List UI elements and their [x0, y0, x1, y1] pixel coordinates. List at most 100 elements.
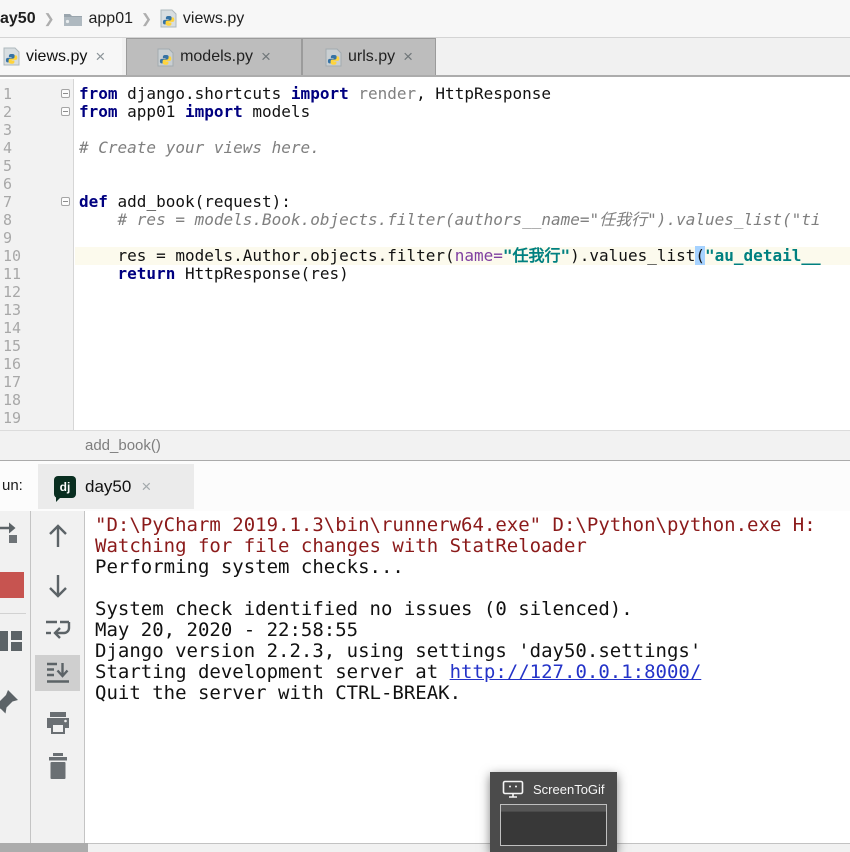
breadcrumb-file[interactable]: views.py: [183, 10, 244, 28]
line-number: 14: [0, 319, 73, 337]
line-number: 2: [0, 103, 73, 121]
code-line: [75, 391, 850, 409]
code-line: [75, 121, 850, 139]
con-line: [95, 578, 850, 599]
line-number: 6: [0, 175, 73, 193]
line-number: 10: [0, 247, 73, 265]
window-thumbnail[interactable]: [500, 804, 607, 846]
breadcrumb-package[interactable]: app01: [89, 10, 134, 28]
tab-label: models.py: [180, 48, 253, 66]
line-number: 8: [0, 211, 73, 229]
monitor-icon: [502, 780, 524, 798]
line-number: 5: [0, 157, 73, 175]
tab-label: urls.py: [348, 48, 395, 66]
run-toolbar-left: [0, 511, 31, 843]
code-editor[interactable]: 12345678910111213141516171819 from djang…: [0, 79, 850, 430]
folder-icon: [63, 11, 83, 27]
run-tab-label: day50: [85, 477, 131, 497]
print-icon[interactable]: [45, 710, 71, 736]
run-label: un:: [2, 461, 23, 511]
breadcrumb-project[interactable]: ay50: [0, 10, 36, 28]
code-line: [75, 319, 850, 337]
breadcrumb: ay50 ❯ app01 ❯ views.py: [0, 0, 850, 38]
context-function[interactable]: add_book(): [85, 431, 161, 460]
line-number: 17: [0, 373, 73, 391]
console-link[interactable]: http://127.0.0.1:8000/: [450, 661, 702, 683]
code-line: from app01 import models: [75, 103, 850, 121]
con-line: May 20, 2020 - 22:58:55: [95, 620, 850, 641]
popup-title: ScreenToGif: [533, 782, 605, 797]
run-toolwindow-header: un: dj day50 ×: [0, 461, 850, 511]
fold-marker-icon[interactable]: [61, 107, 70, 116]
pin-icon[interactable]: [0, 688, 22, 716]
line-number: 9: [0, 229, 73, 247]
status-bar-segment: [0, 843, 88, 852]
code-line: # Create your views here.: [75, 139, 850, 157]
rerun-icon[interactable]: [0, 518, 24, 548]
line-number: 18: [0, 391, 73, 409]
toolbar-separator: [0, 613, 26, 614]
code-line: [75, 409, 850, 427]
tab-urls-py[interactable]: urls.py ×: [302, 38, 436, 75]
line-number: 13: [0, 301, 73, 319]
console-toolbar: [31, 511, 85, 843]
layout-icon[interactable]: [0, 628, 24, 654]
line-number: 11: [0, 265, 73, 283]
python-file-icon: [3, 47, 20, 66]
line-number: 3: [0, 121, 73, 139]
code-line: res = models.Author.objects.filter(name=…: [75, 247, 850, 265]
fold-marker-icon[interactable]: [61, 197, 70, 206]
scroll-to-end-icon[interactable]: [45, 660, 71, 686]
up-arrow-icon[interactable]: [45, 522, 71, 550]
chevron-right-icon: ❯: [44, 11, 55, 27]
editor-gutter: 12345678910111213141516171819: [0, 79, 74, 430]
close-icon[interactable]: ×: [141, 477, 151, 497]
line-number: 15: [0, 337, 73, 355]
stop-icon[interactable]: [0, 572, 24, 598]
code-line: [75, 373, 850, 391]
code-line: # res = models.Book.objects.filter(autho…: [75, 211, 850, 229]
close-icon[interactable]: ×: [261, 47, 271, 67]
editor-context-bar: add_book(): [0, 430, 850, 461]
line-number: 7: [0, 193, 73, 211]
code-line: [75, 355, 850, 373]
tab-views-py[interactable]: views.py ×: [0, 38, 122, 75]
line-number: 19: [0, 409, 73, 427]
code-line: [75, 175, 850, 193]
code-line: from django.shortcuts import render, Htt…: [75, 85, 850, 103]
con-line: Watching for file changes with StatReloa…: [95, 536, 850, 557]
con-line: Django version 2.2.3, using settings 'da…: [95, 641, 850, 662]
close-icon[interactable]: ×: [95, 47, 105, 67]
con-line: Starting development server at http://12…: [95, 662, 850, 683]
code-line: [75, 283, 850, 301]
con-line: "D:\PyCharm 2019.1.3\bin\runnerw64.exe" …: [95, 515, 850, 536]
code-line: return HttpResponse(res): [75, 265, 850, 283]
line-number: 16: [0, 355, 73, 373]
code-lines[interactable]: from django.shortcuts import render, Htt…: [75, 79, 850, 430]
line-number: 1: [0, 85, 73, 103]
down-arrow-icon[interactable]: [45, 572, 71, 600]
code-line: [75, 229, 850, 247]
con-line: System check identified no issues (0 sil…: [95, 599, 850, 620]
python-file-icon: [157, 48, 174, 67]
chevron-right-icon: ❯: [141, 11, 152, 27]
status-bar: [88, 843, 850, 852]
code-line: [75, 157, 850, 175]
code-line: def add_book(request):: [75, 193, 850, 211]
tab-models-py[interactable]: models.py ×: [126, 38, 302, 75]
run-tab-day50[interactable]: dj day50 ×: [38, 464, 194, 509]
django-icon: dj: [54, 476, 76, 498]
code-line: [75, 301, 850, 319]
screentogif-preview-popup[interactable]: ScreenToGif: [490, 772, 617, 852]
soft-wrap-icon[interactable]: [44, 617, 72, 643]
tab-label: views.py: [26, 48, 87, 66]
line-number: 4: [0, 139, 73, 157]
line-number: 12: [0, 283, 73, 301]
thumbnail-titlebar: [501, 805, 606, 812]
editor-tab-bar: views.py × models.py × urls.py ×: [0, 38, 850, 77]
console-output[interactable]: "D:\PyCharm 2019.1.3\bin\runnerw64.exe" …: [85, 511, 850, 843]
fold-marker-icon[interactable]: [61, 89, 70, 98]
trash-icon[interactable]: [46, 752, 70, 782]
python-file-icon: [325, 48, 342, 67]
close-icon[interactable]: ×: [403, 47, 413, 67]
